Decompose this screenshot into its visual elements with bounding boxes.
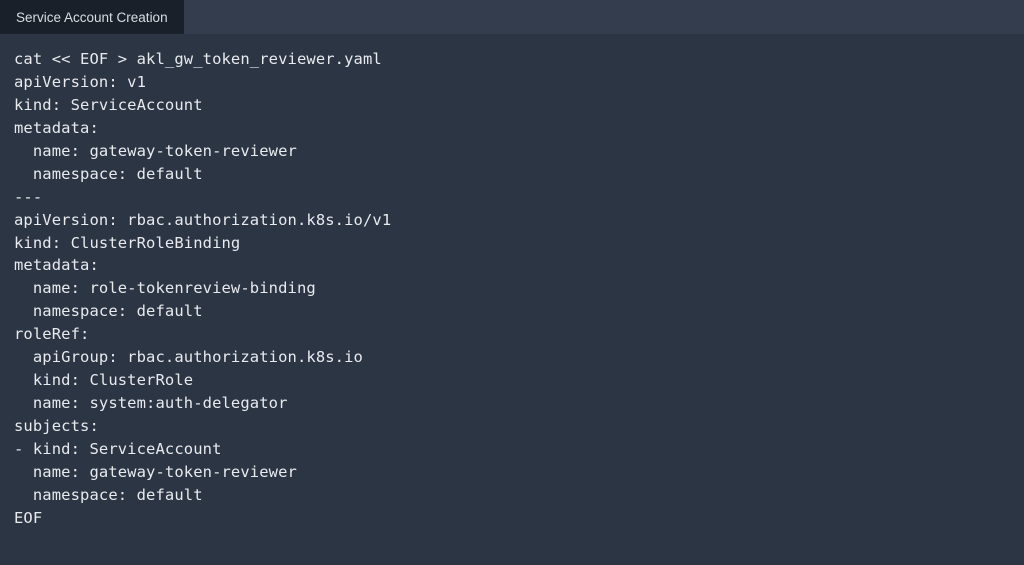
tab-bar: Service Account Creation <box>0 0 1024 34</box>
tab-service-account-creation[interactable]: Service Account Creation <box>0 0 184 34</box>
code-block[interactable]: cat << EOF > akl_gw_token_reviewer.yaml … <box>0 34 1024 544</box>
tab-label: Service Account Creation <box>16 10 168 25</box>
